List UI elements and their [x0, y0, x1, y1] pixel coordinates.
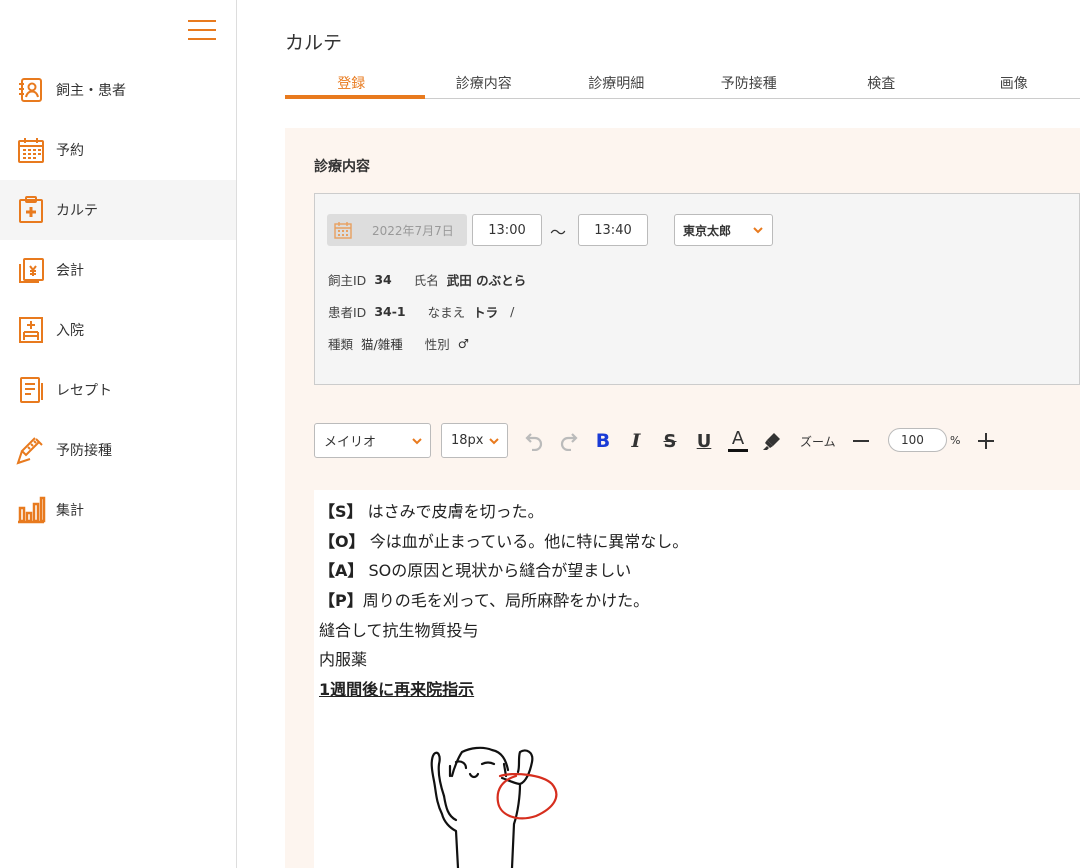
- font-size-select[interactable]: 18px: [441, 423, 508, 458]
- zoom-in-icon[interactable]: [974, 423, 998, 459]
- sidebar-item-summary[interactable]: 集計: [0, 480, 236, 540]
- sidebar-item-label: 入院: [56, 323, 84, 339]
- undo-icon[interactable]: [522, 423, 546, 459]
- tab-bar: 登録 診療内容 診療明細 予防接種 検査 画像: [285, 64, 1080, 99]
- font-family-value: メイリオ: [324, 435, 377, 450]
- owner-id-label: 飼主ID: [328, 273, 367, 288]
- chevron-down-icon: [411, 435, 423, 451]
- editor-line-o: 【O】 今は血が止まっている。他に特に異常なし。: [319, 528, 688, 552]
- sidebar-item-vaccination[interactable]: 予防接種: [0, 420, 236, 480]
- doctor-select[interactable]: 東京太郎: [674, 214, 773, 246]
- date-value: 2022年7月7日: [372, 223, 454, 238]
- patient-name-value: トラ: [473, 305, 499, 320]
- species-info-line: 種類 猫/雑種 性別 ♂: [328, 334, 469, 353]
- tab-treatment-details[interactable]: 診療明細: [550, 64, 683, 98]
- editor-line-s: 【S】 はさみで皮膚を切った。: [319, 498, 544, 522]
- font-size-value: 18px: [451, 433, 484, 448]
- editor-line-5: 縫合して抗生物質投与: [319, 621, 479, 640]
- soap-tag-p: 【P】: [319, 591, 363, 610]
- sidebar-item-receipt[interactable]: レセプト: [0, 360, 236, 420]
- syringe-icon: [16, 435, 46, 465]
- strikethrough-icon[interactable]: S: [658, 423, 682, 459]
- visit-info-box: 2022年7月7日 13:00 〜 13:40 東京太郎 飼主ID 34 氏名 …: [314, 193, 1080, 385]
- owner-patient-icon: [16, 75, 46, 105]
- font-color-icon[interactable]: A: [726, 423, 750, 459]
- bold-icon[interactable]: B: [591, 423, 615, 459]
- owner-id-value: 34: [374, 272, 392, 287]
- patient-name-separator: /: [510, 304, 515, 319]
- soap-text-p: 周りの毛を刈って、局所麻酔をかけた。: [362, 591, 650, 610]
- sidebar-item-reservation[interactable]: 予約: [0, 120, 236, 180]
- start-time-input[interactable]: 13:00: [472, 214, 542, 246]
- editor-line-p: 【P】周りの毛を刈って、局所麻酔をかけた。: [319, 587, 649, 611]
- zoom-out-icon[interactable]: [849, 423, 873, 459]
- sex-label: 性別: [424, 337, 450, 352]
- patient-info-line: 患者ID 34-1 なまえ トラ /: [328, 302, 514, 321]
- section-title: 診療内容: [314, 159, 370, 175]
- soap-tag-s: 【S】: [319, 502, 363, 521]
- owner-info-line: 飼主ID 34 氏名 武田 のぶとら: [328, 270, 526, 289]
- editor-line-6: 内服薬: [319, 650, 368, 669]
- chart-record-icon: [16, 195, 46, 225]
- zoom-label: ズーム: [800, 435, 836, 449]
- tab-vaccination[interactable]: 予防接種: [683, 64, 816, 98]
- end-time-input[interactable]: 13:40: [578, 214, 648, 246]
- chevron-down-icon: [752, 224, 764, 239]
- font-family-select[interactable]: メイリオ: [314, 423, 431, 458]
- page-title: カルテ: [285, 32, 343, 54]
- sidebar-item-label: 飼主・患者: [56, 83, 126, 99]
- sidebar-item-label: 予約: [56, 143, 84, 159]
- record-editor[interactable]: 【S】 はさみで皮膚を切った。 【O】 今は血が止まっている。他に特に異常なし。…: [314, 490, 1080, 868]
- underline-icon[interactable]: U: [692, 423, 716, 459]
- accounting-icon: [16, 255, 46, 285]
- species-label: 種類: [328, 337, 354, 352]
- sidebar-item-hospitalization[interactable]: 入院: [0, 300, 236, 360]
- sidebar-item-accounting[interactable]: 会計: [0, 240, 236, 300]
- patient-id-label: 患者ID: [328, 305, 367, 320]
- hospitalization-icon: [16, 315, 46, 345]
- time-range-separator: 〜: [550, 223, 567, 242]
- calendar-icon: [334, 221, 352, 239]
- date-field[interactable]: 2022年7月7日: [327, 214, 467, 246]
- soap-tag-o: 【O】: [319, 532, 365, 551]
- soap-text-a: SOの原因と現状から縫合が望ましい: [363, 561, 632, 580]
- owner-name-label: 氏名: [413, 273, 439, 288]
- editor-toolbar: メイリオ 18px B I S U A ズーム 100 %: [314, 423, 1074, 459]
- soap-tag-a: 【A】: [319, 561, 364, 580]
- sidebar-item-label: 予防接種: [56, 443, 112, 459]
- sidebar-item-owner-patient[interactable]: 飼主・患者: [0, 60, 236, 120]
- cat-sketch-drawing: [430, 746, 558, 868]
- soap-text-o: 今は血が止まっている。他に特に異常なし。: [364, 532, 689, 551]
- sidebar-item-label: カルテ: [56, 203, 98, 219]
- calendar-icon: [16, 135, 46, 165]
- tab-images[interactable]: 画像: [948, 64, 1080, 98]
- sidebar-item-label: 集計: [56, 503, 84, 519]
- menu-toggle-icon[interactable]: [188, 20, 216, 42]
- chevron-down-icon: [488, 435, 500, 451]
- sidebar-item-chart[interactable]: カルテ: [0, 180, 236, 240]
- sidebar: 飼主・患者 予約 カルテ 会計 入院 レセプト 予防接種 集計: [0, 0, 237, 868]
- sidebar-item-label: 会計: [56, 263, 84, 279]
- tab-register[interactable]: 登録: [285, 64, 425, 99]
- receipt-icon: [16, 375, 46, 405]
- species-value: 猫/雑種: [361, 337, 403, 352]
- sex-value: ♂: [457, 336, 469, 351]
- patient-name-label: なまえ: [427, 305, 466, 320]
- redo-icon[interactable]: [557, 423, 581, 459]
- sidebar-item-label: レセプト: [56, 383, 112, 399]
- tab-examination[interactable]: 検査: [815, 64, 948, 98]
- editor-line-7: 1週間後に再来院指示: [319, 680, 475, 699]
- record-panel: 診療内容 2022年7月7日 13:00 〜 13:40 東京太郎 飼主ID 3…: [285, 128, 1080, 868]
- zoom-input[interactable]: 100: [888, 428, 947, 452]
- italic-icon[interactable]: I: [624, 423, 648, 459]
- owner-name-value: 武田 のぶとら: [446, 273, 527, 288]
- soap-text-s: はさみで皮膚を切った。: [362, 502, 544, 521]
- doctor-select-value: 東京太郎: [683, 223, 732, 238]
- bar-chart-icon: [16, 495, 46, 525]
- editor-line-a: 【A】 SOの原因と現状から縫合が望ましい: [319, 557, 631, 581]
- patient-id-value: 34-1: [374, 304, 406, 319]
- highlighter-icon[interactable]: [760, 423, 784, 459]
- tab-treatment[interactable]: 診療内容: [418, 64, 551, 98]
- zoom-unit: %: [950, 434, 961, 447]
